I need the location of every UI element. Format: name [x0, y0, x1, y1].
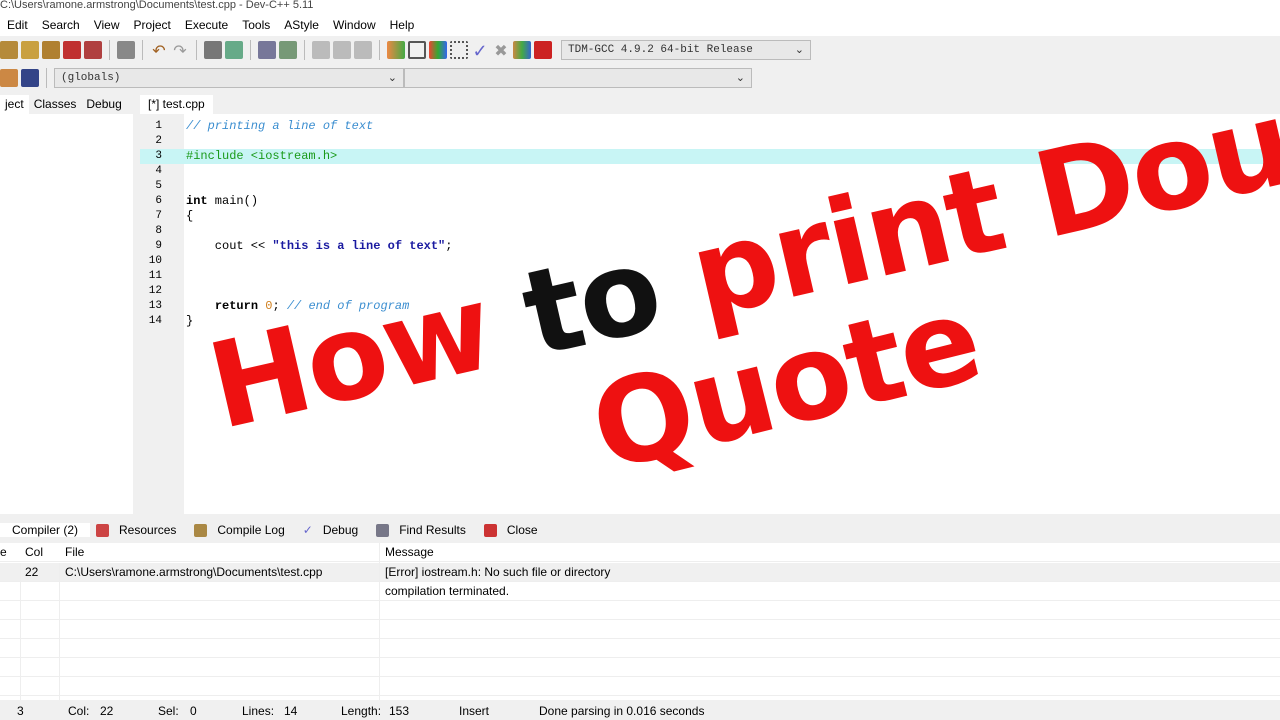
code-text: #include <iostream.h> [186, 149, 338, 163]
line-number: 3 [155, 150, 162, 162]
tab-project[interactable]: ject [0, 95, 29, 114]
line-number: 14 [148, 315, 162, 327]
table-row[interactable]: compilation terminated. [0, 582, 1280, 601]
close-file-icon[interactable] [63, 41, 81, 59]
tab-debug-bottom[interactable]: ✓ Debug [297, 523, 370, 537]
compile-run-icon[interactable] [429, 41, 447, 59]
table-row[interactable] [0, 639, 1280, 658]
line-number: 5 [155, 180, 162, 192]
compile-icon[interactable] [387, 41, 405, 59]
tab-find-results[interactable]: Find Results [370, 523, 478, 537]
check-icon: ✓ [302, 523, 313, 537]
tab-compile-log[interactable]: Compile Log [188, 523, 296, 537]
compiler-messages-table: e Col File Message 22 C:\Users\ramone.arm… [0, 543, 1280, 700]
profile-icon[interactable] [534, 41, 552, 59]
menu-tools[interactable]: Tools [235, 18, 277, 32]
chevron-down-icon: ⌄ [735, 73, 745, 85]
indent-icon[interactable] [258, 41, 276, 59]
table-row[interactable] [0, 658, 1280, 677]
line-number: 4 [155, 165, 162, 177]
chevron-down-icon: ⌄ [387, 73, 397, 85]
run-icon[interactable] [408, 41, 426, 59]
line-number: 6 [155, 195, 162, 207]
save-all-icon[interactable] [42, 41, 60, 59]
undo-icon[interactable]: ↶ [150, 41, 168, 60]
line-number: 12 [148, 285, 162, 297]
resources-icon [96, 523, 110, 537]
save-icon[interactable] [21, 41, 39, 59]
line-number: 9 [155, 240, 162, 252]
line-number: 2 [155, 135, 162, 147]
chevron-down-icon: ⌄ [794, 45, 804, 57]
unindent-icon[interactable] [279, 41, 297, 59]
class-icon[interactable] [21, 69, 39, 87]
menu-execute[interactable]: Execute [178, 18, 235, 32]
menu-project[interactable]: Project [127, 18, 178, 32]
table-row[interactable] [0, 601, 1280, 620]
scope-select[interactable]: (globals) ⌄ [54, 68, 404, 88]
stop-icon[interactable]: ✖ [492, 41, 510, 60]
menu-window[interactable]: Window [326, 18, 383, 32]
table-row[interactable]: 22 C:\Users\ramone.armstrong\Documents\te… [0, 563, 1280, 582]
rebuild-icon[interactable] [450, 41, 468, 59]
line-number: 13 [148, 300, 162, 312]
table-row[interactable] [0, 677, 1280, 696]
menu-view[interactable]: View [87, 18, 127, 32]
bookmark-icon[interactable] [354, 41, 372, 59]
code-text: cout << "this is a line of text"; [186, 239, 453, 253]
member-select[interactable]: ⌄ [404, 68, 752, 88]
code-text: } [186, 314, 194, 328]
print-icon[interactable] [117, 41, 135, 59]
bottom-tabs: Compiler (2) Resources Compile Log ✓ Debu… [0, 519, 550, 541]
editor-tab-test-cpp[interactable]: [*] test.cpp [140, 95, 213, 114]
goto-icon[interactable] [0, 69, 18, 87]
find-icon [376, 523, 390, 537]
left-panel-tabs: ject Classes Debug [0, 95, 133, 114]
menu-search[interactable]: Search [35, 18, 87, 32]
menu-edit[interactable]: Edit [0, 18, 35, 32]
check-icon[interactable]: ✓ [471, 41, 489, 61]
close-all-icon[interactable] [84, 41, 102, 59]
close-icon [483, 523, 497, 537]
tab-close[interactable]: Close [478, 523, 550, 537]
open-icon[interactable] [0, 41, 18, 59]
find-icon[interactable] [204, 41, 222, 59]
status-bar: 3 Col: 22 Sel: 0 Lines: 14 Length: 153 I… [0, 702, 1280, 720]
code-text: // printing a line of text [186, 119, 374, 133]
menu-astyle[interactable]: AStyle [277, 18, 326, 32]
chart-icon[interactable] [513, 41, 531, 59]
project-panel [0, 114, 133, 514]
replace-icon[interactable] [225, 41, 243, 59]
bookmark-prev-icon[interactable] [312, 41, 330, 59]
code-text: int main() [186, 194, 259, 208]
line-number: 10 [148, 255, 162, 267]
tab-classes[interactable]: Classes [29, 95, 82, 114]
bookmark-next-icon[interactable] [333, 41, 351, 59]
redo-icon[interactable]: ↷ [171, 41, 189, 60]
main-toolbar: ↶ ↷ ✓ ✖ TDM-GCC 4.9.2 64-bit Release ⌄ [0, 36, 915, 64]
line-number: 11 [148, 270, 162, 282]
secondary-toolbar: (globals) ⌄ ⌄ [0, 64, 752, 92]
tab-resources[interactable]: Resources [90, 523, 188, 537]
line-number: 8 [155, 225, 162, 237]
tab-debug[interactable]: Debug [81, 95, 126, 114]
code-text: { [186, 209, 194, 223]
window-title: C:\Users\ramone.armstrong\Documents\test… [0, 0, 1280, 14]
menu-help[interactable]: Help [383, 18, 422, 32]
tab-compiler[interactable]: Compiler (2) [0, 523, 91, 537]
table-row[interactable] [0, 620, 1280, 639]
table-header: e Col File Message [0, 543, 1280, 562]
chart-icon [194, 523, 208, 537]
compiler-select[interactable]: TDM-GCC 4.9.2 64-bit Release ⌄ [561, 40, 811, 60]
line-number: 1 [155, 120, 162, 132]
line-number: 7 [155, 210, 162, 222]
menu-bar: Edit Search View Project Execute Tools AStyle W… [0, 14, 1280, 36]
